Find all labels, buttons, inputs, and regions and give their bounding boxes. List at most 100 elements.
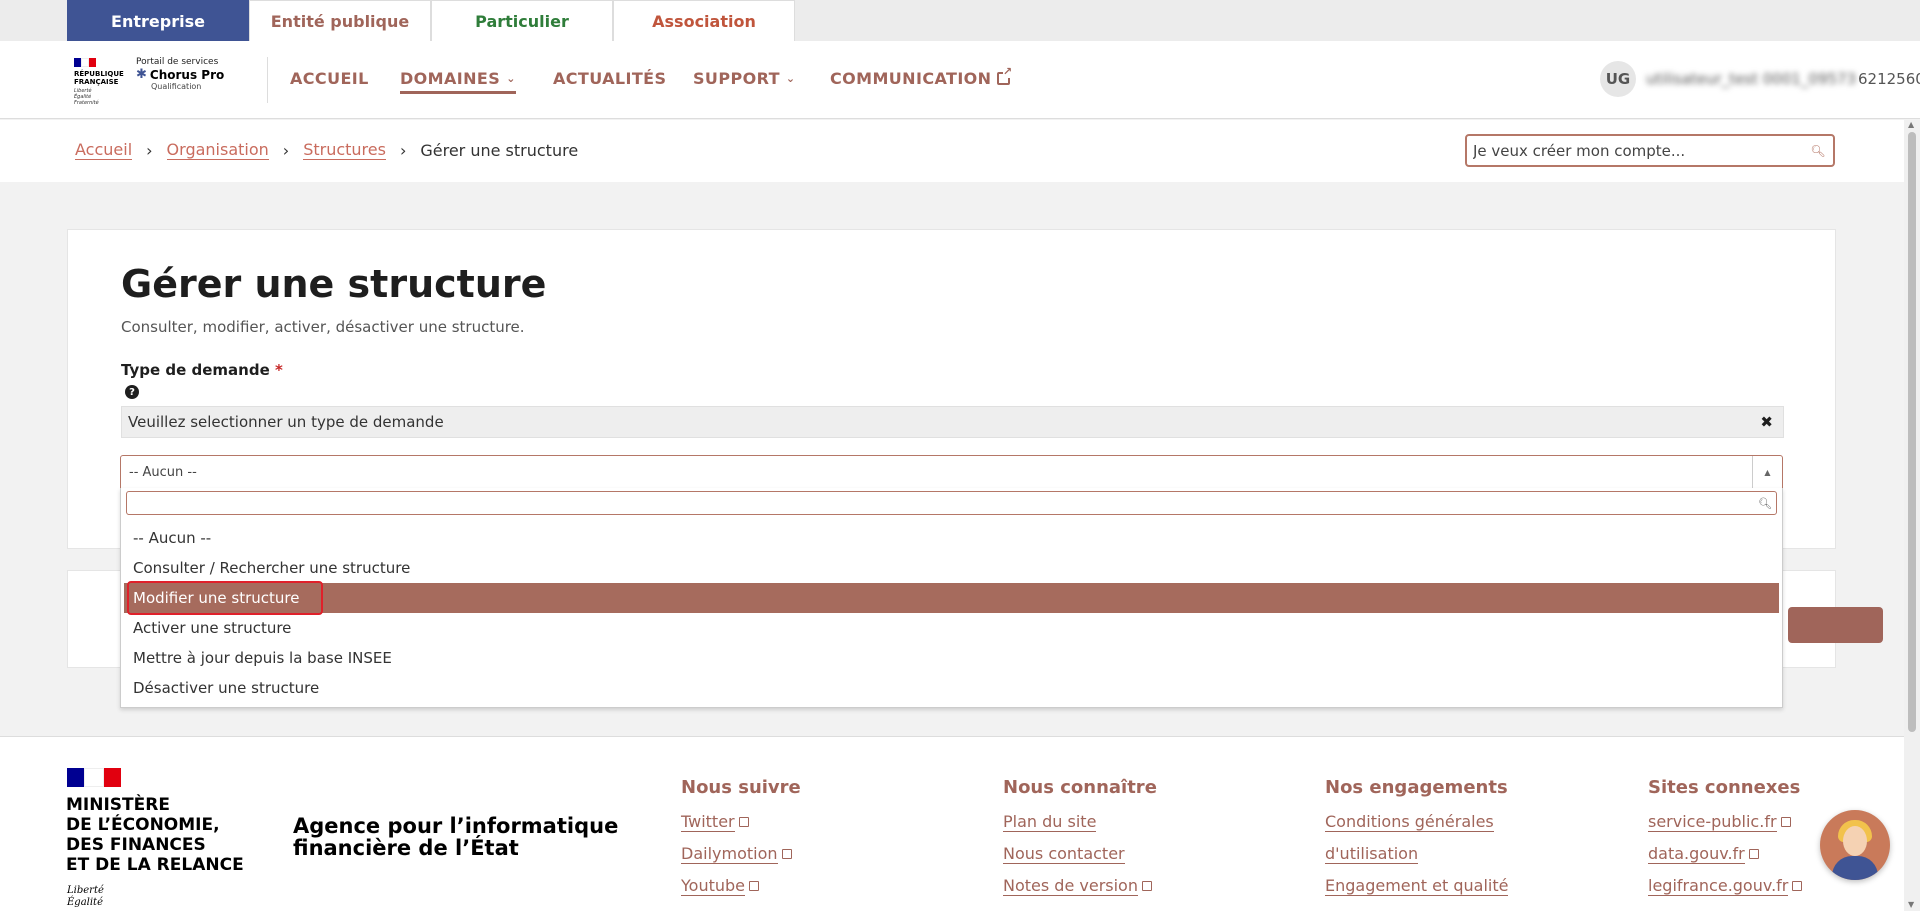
option-insee[interactable]: Mettre à jour depuis la base INSEE: [121, 643, 1782, 673]
footer-col-follow: Nous suivre Twitter Dailymotion Youtube: [681, 777, 801, 902]
page-scrollbar[interactable]: ▲ ▼: [1904, 120, 1920, 911]
footer-link-dailymotion[interactable]: Dailymotion: [681, 838, 801, 870]
footer-link-cgu[interactable]: Conditions générales: [1325, 806, 1508, 838]
submit-button[interactable]: [1788, 607, 1883, 643]
external-link-icon: [738, 817, 749, 827]
breadcrumb-organisation[interactable]: Organisation: [166, 140, 269, 160]
search-icon: 🔍︎: [1758, 496, 1772, 510]
breadcrumb-accueil[interactable]: Accueil: [75, 140, 133, 160]
scroll-down-icon[interactable]: ▼: [1908, 900, 1914, 909]
french-flag-icon: [67, 768, 121, 787]
agency-name: Agence pour l’informatique financière de…: [293, 814, 619, 860]
footer-col-related: Sites connexes service-public.fr data.go…: [1648, 777, 1803, 902]
portal-line: Portail de services: [136, 57, 219, 67]
option-aucun[interactable]: -- Aucun --: [121, 523, 1782, 553]
search-icon[interactable]: 🔍︎: [1803, 144, 1833, 158]
footer-link-legifrance[interactable]: legifrance.gouv.fr: [1648, 870, 1803, 902]
chatbot-body: [1832, 856, 1878, 880]
nav-accueil[interactable]: ACCUEIL: [290, 69, 369, 88]
required-marker: *: [274, 361, 283, 379]
avatar[interactable]: UG: [1600, 61, 1636, 97]
alert-text: Veuillez selectionner un type de demande: [128, 413, 444, 431]
breadcrumb-chevron-icon: ›: [282, 140, 290, 160]
footer-col-know: Nous connaître Plan du site Nous contact…: [1003, 777, 1157, 902]
request-type-label: Type de demande *: [121, 361, 283, 379]
footer-link-data-gouv[interactable]: data.gouv.fr: [1648, 838, 1802, 870]
external-link-icon: [997, 66, 1013, 85]
rf-line-1: RÉPUBLIQUE: [74, 70, 124, 78]
french-flag-icon: [74, 58, 97, 67]
breadcrumb-bar: Accueil › Organisation › Structures › Gé…: [0, 120, 1904, 182]
footer-link-plan[interactable]: Plan du site: [1003, 806, 1157, 838]
scroll-thumb[interactable]: [1908, 132, 1916, 732]
nav-domaines[interactable]: DOMAINES ⌄: [400, 69, 516, 94]
footer-link-twitter[interactable]: Twitter: [681, 806, 801, 838]
tab-particulier[interactable]: Particulier: [431, 0, 613, 41]
audience-tabs: Entreprise Entité publique Particulier A…: [0, 0, 1920, 47]
site-header: RÉPUBLIQUE FRANÇAISE Liberté Égalité Fra…: [0, 41, 1920, 119]
dropdown-search: 🔍︎: [126, 491, 1777, 515]
republique-logo[interactable]: RÉPUBLIQUE FRANÇAISE Liberté Égalité Fra…: [74, 58, 126, 106]
footer-heading: Nous suivre: [681, 777, 801, 798]
breadcrumb-structures[interactable]: Structures: [303, 140, 386, 160]
external-link-icon: [1141, 881, 1152, 891]
select-value: -- Aucun --: [129, 464, 197, 480]
option-consulter[interactable]: Consulter / Rechercher une structure: [121, 553, 1782, 583]
portal-env: Qualification: [151, 82, 202, 91]
chatbot-avatar-button[interactable]: [1820, 810, 1890, 880]
chatbot-face: [1843, 826, 1867, 856]
breadcrumb-chevron-icon: ›: [146, 140, 153, 160]
site-footer: MINISTÈRE DE L’ÉCONOMIE, DES FINANCES ET…: [0, 736, 1904, 911]
option-activer[interactable]: Activer une structure: [121, 613, 1782, 643]
footer-link-notes[interactable]: Notes de version: [1003, 870, 1157, 902]
breadcrumb-chevron-icon: ›: [399, 140, 407, 160]
footer-heading: Nous connaître: [1003, 777, 1157, 798]
tab-entreprise[interactable]: Entreprise: [67, 0, 249, 47]
option-modifier[interactable]: Modifier une structure: [124, 581, 1779, 615]
page-subtitle: Consulter, modifier, activer, désactiver…: [121, 318, 525, 336]
footer-heading: Sites connexes: [1648, 777, 1801, 798]
external-link-icon: [1780, 817, 1791, 827]
option-desactiver[interactable]: Désactiver une structure: [121, 673, 1782, 703]
scroll-up-icon[interactable]: ▲: [1908, 120, 1914, 129]
ministry-logo[interactable]: MINISTÈRE DE L’ÉCONOMIE, DES FINANCES ET…: [66, 795, 244, 875]
portal-name: Chorus Pro: [149, 68, 225, 82]
breadcrumb-current: Gérer une structure: [420, 140, 579, 160]
chorus-pro-logo[interactable]: Portail de services ✱ Chorus Pro Qualific…: [136, 57, 246, 91]
site-search: 🔍︎: [1465, 134, 1835, 167]
breadcrumb: Accueil › Organisation › Structures › Gé…: [75, 140, 578, 160]
request-type-select[interactable]: -- Aucun -- ▲: [120, 455, 1783, 489]
user-id: 6212560: [1858, 70, 1920, 88]
request-type-dropdown: 🔍︎ -- Aucun -- Consulter / Rechercher un…: [120, 488, 1783, 708]
rf-line-2: FRANÇAISE: [74, 78, 119, 86]
external-link-icon: [749, 881, 759, 891]
rf-motto-3: Fraternité: [74, 100, 99, 106]
external-link-icon: [1748, 849, 1759, 859]
nav-support[interactable]: SUPPORT ⌄: [693, 69, 796, 88]
footer-heading: Nos engagements: [1325, 777, 1508, 798]
footer-link-contact[interactable]: Nous contacter: [1003, 838, 1157, 870]
footer-motto: Liberté Égalité: [67, 885, 104, 908]
external-link-icon: [781, 849, 792, 859]
chevron-down-icon: ⌄: [785, 72, 796, 85]
footer-link-quality[interactable]: Engagement et qualité: [1325, 870, 1509, 902]
footer-col-commitments: Nos engagements Conditions générales d'u…: [1325, 777, 1509, 902]
close-icon[interactable]: ✖: [1760, 413, 1773, 431]
option-list: -- Aucun -- Consulter / Rechercher une s…: [121, 523, 1782, 703]
dropdown-search-input[interactable]: [127, 492, 1754, 514]
tab-association[interactable]: Association: [613, 0, 795, 41]
nav-actualites[interactable]: ACTUALITÉS: [553, 69, 666, 88]
footer-link-service-public[interactable]: service-public.fr: [1648, 806, 1802, 838]
chorus-star-icon: ✱: [136, 67, 147, 82]
footer-link-youtube[interactable]: Youtube: [681, 870, 801, 902]
header-divider: [267, 57, 268, 103]
search-input[interactable]: [1467, 136, 1803, 165]
caret-up-icon[interactable]: ▲: [1752, 456, 1782, 488]
user-name[interactable]: utilisateur_test 0001_09573: [1646, 70, 1856, 88]
nav-communication[interactable]: COMMUNICATION: [830, 66, 1013, 88]
validation-alert: Veuillez selectionner un type de demande…: [121, 406, 1784, 438]
help-icon[interactable]: ?: [125, 385, 139, 399]
tab-entite-publique[interactable]: Entité publique: [249, 0, 431, 41]
footer-link-cgu-2[interactable]: d'utilisation: [1325, 838, 1508, 870]
page-title: Gérer une structure: [121, 262, 547, 306]
